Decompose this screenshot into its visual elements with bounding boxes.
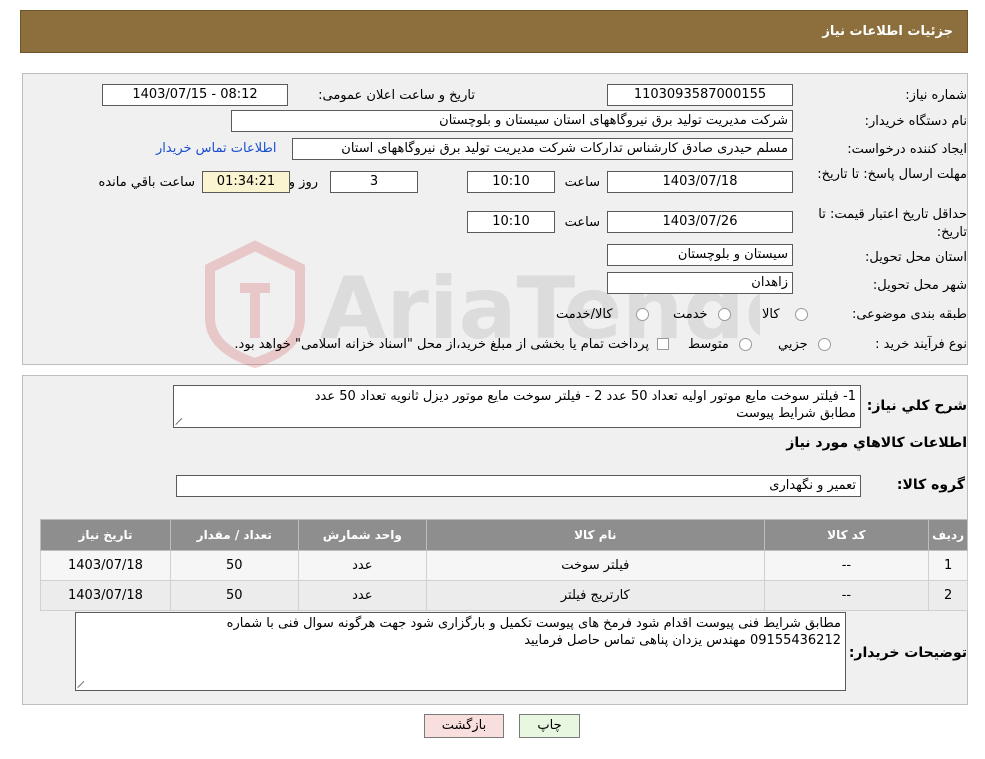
print-button[interactable]: چاپ <box>519 714 580 738</box>
col-date: تاریخ نیاز <box>40 519 171 551</box>
table-row: 2 -- کارتریج فیلتر عدد 50 1403/07/18 <box>40 580 968 611</box>
category-option-service: خدمت <box>673 307 708 322</box>
days-and-label: روز و <box>288 175 318 190</box>
description-textarea[interactable]: 1- فیلتر سوخت مایع موتور اولیه تعداد 50 … <box>173 385 861 428</box>
remaining-time-field: 01:34:21 <box>202 171 290 193</box>
process-radio-medium[interactable] <box>739 338 752 351</box>
goods-group-field: تعمیر و نگهداری <box>176 475 861 497</box>
cell-name: کارتریج فیلتر <box>426 580 765 611</box>
requester-label: ایجاد کننده درخواست: <box>847 142 967 157</box>
page-title: جزئیات اطلاعات نیاز <box>822 24 953 39</box>
buyer-org-label: نام دستگاه خریدار: <box>864 114 967 129</box>
cell-qty: 50 <box>169 580 299 611</box>
cell-date: 1403/07/18 <box>40 550 171 581</box>
buyer-org-field: شرکت مدیریت تولید برق نیروگاههای استان س… <box>231 110 793 132</box>
notes-line-1: مطابق شرایط فنی پیوست اقدام شود فرمخ های… <box>226 616 841 631</box>
category-label: طبقه بندی موضوعی: <box>851 307 967 322</box>
category-option-goods-service: کالا/خدمت <box>556 307 613 322</box>
resize-grip-icon[interactable] <box>78 679 87 688</box>
category-radio-service[interactable] <box>718 308 731 321</box>
goods-info-title: اطلاعات کالاهاي مورد نياز <box>786 435 967 451</box>
cell-row: 2 <box>928 580 968 611</box>
province-label: استان محل تحویل: <box>865 250 967 265</box>
cell-qty: 50 <box>169 550 299 581</box>
category-radio-goods-service[interactable] <box>636 308 649 321</box>
announce-datetime-label: تاریخ و ساعت اعلان عمومی: <box>318 88 475 103</box>
buyer-notes-label: توضیحات خریدار: <box>848 645 967 661</box>
city-field: زاهدان <box>607 272 793 294</box>
announce-datetime-field: 1403/07/15 - 08:12 <box>102 84 288 106</box>
cell-unit: عدد <box>297 580 428 611</box>
cell-code: -- <box>763 580 930 611</box>
description-line-2: مطابق شرایط پیوست <box>736 406 856 421</box>
col-unit: واحد شمارش <box>297 519 428 551</box>
process-radio-minor[interactable] <box>818 338 831 351</box>
category-radio-goods[interactable] <box>795 308 808 321</box>
requester-field: مسلم حیدری صادق کارشناس تدارکات شرکت مدی… <box>292 138 793 160</box>
notes-line-2: 09155436212 مهندس یزدان پناهی تماس حاصل … <box>524 633 841 648</box>
process-type-label: نوع فرآیند خرید : <box>875 337 967 352</box>
deadline-time-label: ساعت <box>564 175 600 190</box>
cell-code: -- <box>763 550 930 581</box>
cell-row: 1 <box>928 550 968 581</box>
goods-group-label: گروه کالا: <box>896 477 965 493</box>
col-row: ردیف <box>928 519 968 551</box>
goods-table-header: ردیف کد کالا نام کالا واحد شمارش تعداد /… <box>40 519 968 551</box>
price-validity-label: حداقل تاریخ اعتبار قیمت: تا تاریخ: <box>818 207 967 240</box>
table-row: 1 -- فیلتر سوخت عدد 50 1403/07/18 <box>40 550 968 581</box>
deadline-time-field: 10:10 <box>467 171 555 193</box>
description-line-1: 1- فیلتر سوخت مایع موتور اولیه تعداد 50 … <box>314 389 856 404</box>
process-option-minor: جزیي <box>778 337 808 352</box>
cell-date: 1403/07/18 <box>40 580 171 611</box>
category-option-goods: کالا <box>762 307 780 322</box>
buyer-contact-link[interactable]: اطلاعات تماس خریدار <box>156 141 276 156</box>
goods-table: ردیف کد کالا نام کالا واحد شمارش تعداد /… <box>40 519 968 611</box>
need-number-field: 1103093587000155 <box>607 84 793 106</box>
col-qty: تعداد / مقدار <box>169 519 299 551</box>
validity-date-field: 1403/07/26 <box>607 211 793 233</box>
process-note: پرداخت تمام یا بخشی از مبلغ خرید،از محل … <box>234 337 649 352</box>
buyer-notes-textarea[interactable]: مطابق شرایط فنی پیوست اقدام شود فرمخ های… <box>75 612 846 691</box>
back-button[interactable]: بازگشت <box>424 714 504 738</box>
deadline-date-field: 1403/07/18 <box>607 171 793 193</box>
validity-time-field: 10:10 <box>467 211 555 233</box>
treasury-checkbox[interactable] <box>657 338 669 350</box>
col-code: کد کالا <box>763 519 930 551</box>
need-number-label: شماره نیاز: <box>905 88 967 103</box>
process-option-medium: متوسط <box>688 337 729 352</box>
deadline-label: مهلت ارسال پاسخ: تا تاریخ: <box>817 167 967 182</box>
cell-unit: عدد <box>297 550 428 581</box>
days-field: 3 <box>330 171 418 193</box>
time-remaining-label: ساعت باقي مانده <box>98 175 195 190</box>
validity-time-label: ساعت <box>564 215 600 230</box>
cell-name: فیلتر سوخت <box>426 550 765 581</box>
province-field: سیستان و بلوچستان <box>607 244 793 266</box>
resize-grip-icon[interactable] <box>176 416 185 425</box>
city-label: شهر محل تحویل: <box>872 278 967 293</box>
col-name: نام کالا <box>426 519 765 551</box>
page-header: جزئیات اطلاعات نیاز <box>20 10 968 53</box>
description-label: شرح کلي نياز: <box>866 398 967 414</box>
